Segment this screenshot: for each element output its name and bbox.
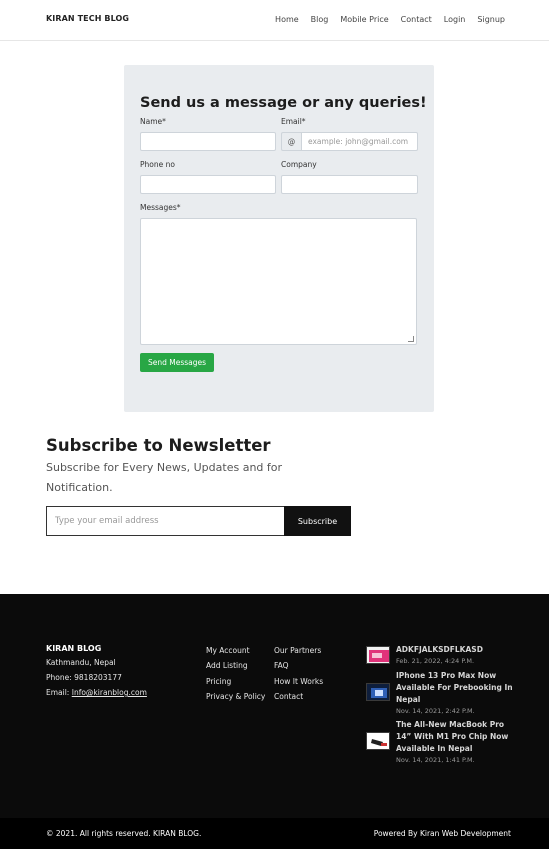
phone-label: Phone no (140, 160, 175, 169)
nav-blog[interactable]: Blog (311, 15, 329, 24)
newsletter-form: Type your email address Subscribe (46, 506, 351, 536)
footer-link-pricing[interactable]: Pricing (206, 677, 231, 686)
footer-link-my-account[interactable]: My Account (206, 646, 250, 655)
footer: KIRAN BLOG Kathmandu, Nepal Phone: 98182… (0, 594, 549, 849)
contact-form-card: Send us a message or any queries! Name* … (124, 65, 434, 412)
email-input[interactable]: example: john@gmail.com (301, 132, 418, 151)
footer-link-faq[interactable]: FAQ (274, 661, 289, 670)
resize-handle-icon[interactable] (408, 336, 414, 342)
brand-logo[interactable]: KIRAN TECH BLOG (46, 14, 129, 23)
nav-login[interactable]: Login (444, 15, 466, 24)
post-thumbnail-image[interactable] (366, 732, 390, 750)
post-date: Feb. 21, 2022, 4:24 P.M. (396, 657, 475, 665)
name-label: Name* (140, 117, 166, 126)
post-title[interactable]: The All-New MacBook Pro 14” With M1 Pro … (396, 719, 521, 755)
send-messages-button[interactable]: Send Messages (140, 353, 214, 372)
footer-link-privacy-policy[interactable]: Privacy & Policy (206, 692, 265, 701)
subscribe-button[interactable]: Subscribe (284, 506, 351, 536)
email-label: Email* (281, 117, 306, 126)
nav-contact[interactable]: Contact (401, 15, 432, 24)
nav-mobile-price[interactable]: Mobile Price (340, 15, 388, 24)
post-thumbnail-image[interactable] (366, 646, 390, 664)
nav-links: Home Blog Mobile Price Contact Login Sig… (263, 15, 505, 24)
nav-home[interactable]: Home (275, 15, 299, 24)
newsletter-email-input[interactable]: Type your email address (46, 506, 284, 536)
email-input-group: @ example: john@gmail.com (281, 132, 418, 151)
footer-link-contact[interactable]: Contact (274, 692, 303, 701)
footer-phone: Phone: 9818203177 (46, 673, 122, 682)
copyright-bar: © 2021. All rights reserved. KIRAN BLOG.… (0, 818, 549, 849)
name-input[interactable] (140, 132, 276, 151)
post-date: Nov. 14, 2021, 2:42 P.M. (396, 707, 475, 715)
footer-email-prefix: Email: (46, 688, 72, 697)
footer-address: Kathmandu, Nepal (46, 658, 116, 667)
footer-link-our-partners[interactable]: Our Partners (274, 646, 321, 655)
newsletter-subtitle: Subscribe for Every News, Updates and fo… (46, 461, 283, 494)
footer-post[interactable]: The All-New MacBook Pro 14” With M1 Pro … (366, 719, 516, 779)
footer-email-link[interactable]: Info@kiranblog.com (72, 688, 147, 697)
at-sign-prefix: @ (281, 132, 301, 151)
messages-textarea[interactable] (140, 218, 417, 345)
navbar: KIRAN TECH BLOG Home Blog Mobile Price C… (0, 0, 549, 41)
footer-brand: KIRAN BLOG (46, 644, 102, 653)
phone-input[interactable] (140, 175, 276, 194)
footer-email-line: Email: Info@kiranblog.com (46, 688, 147, 697)
nav-signup[interactable]: Signup (477, 15, 505, 24)
copyright-text: © 2021. All rights reserved. KIRAN BLOG. (46, 829, 202, 838)
footer-link-how-it-works[interactable]: How It Works (274, 677, 323, 686)
footer-link-add-listing[interactable]: Add Listing (206, 661, 248, 670)
post-title[interactable]: IPhone 13 Pro Max Now Available For Preb… (396, 670, 521, 706)
post-thumbnail-image[interactable] (366, 683, 390, 701)
messages-label: Messages* (140, 203, 181, 212)
post-title[interactable]: ADKFJALKSDFLKASD (396, 644, 521, 656)
post-date: Nov. 14, 2021, 1:41 P.M. (396, 756, 475, 764)
contact-form-title: Send us a message or any queries! (140, 95, 427, 111)
company-label: Company (281, 160, 317, 169)
powered-by-text: Powered By Kiran Web Development (373, 829, 511, 838)
newsletter-title: Subscribe to Newsletter (46, 436, 271, 455)
company-input[interactable] (281, 175, 418, 194)
